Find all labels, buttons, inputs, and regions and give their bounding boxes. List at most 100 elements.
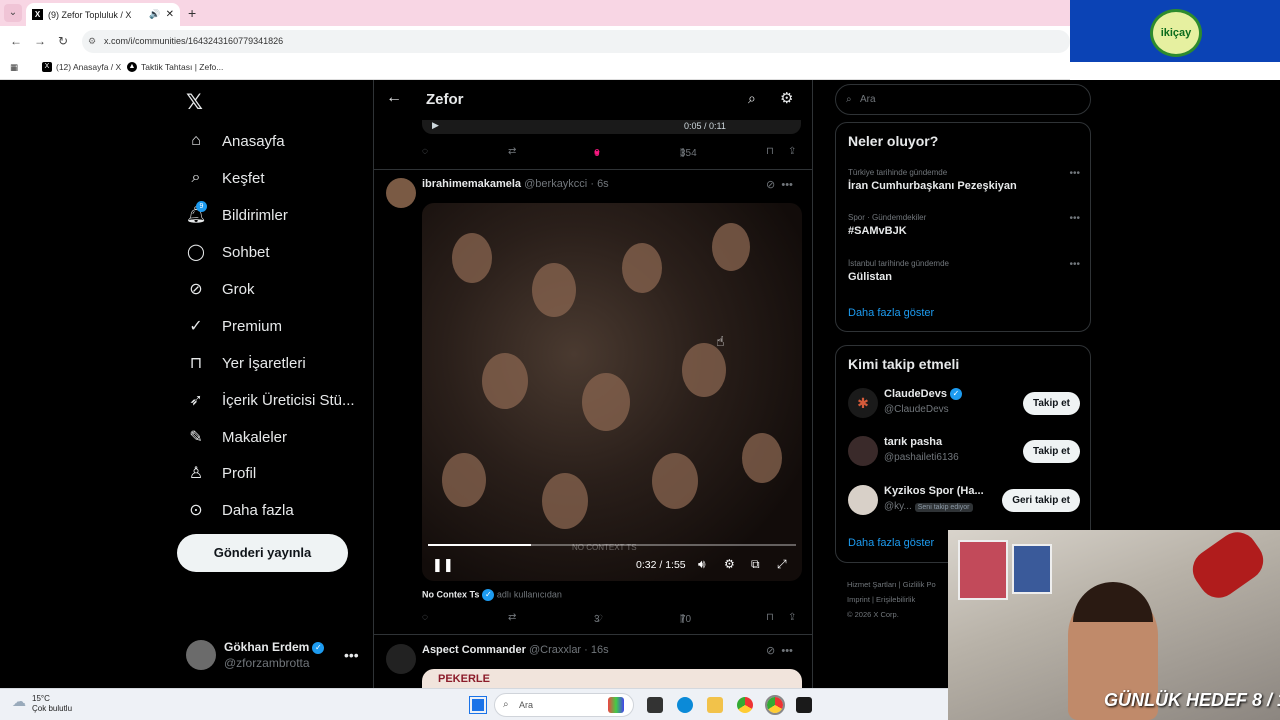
sidebar-item-chat[interactable]: ◯ Sohbet (186, 242, 270, 262)
grok-icon: ⊘ (189, 281, 203, 298)
fullscreen-icon[interactable]: ⤢ (777, 557, 787, 572)
account-switcher[interactable]: Gökhan Erdem ✓ @zforzambrotta ••• (186, 638, 366, 672)
trend-item[interactable]: Türkiye tarihinde gündemde İran Cumhurba… (848, 168, 1080, 192)
new-tab-button[interactable]: + (188, 5, 196, 21)
terminal-icon[interactable] (647, 697, 663, 713)
x-logo-icon[interactable]: 𝕏 (186, 90, 203, 115)
bookmark-icon[interactable]: ⊓ (766, 612, 774, 623)
sidebar-item-label: Yer İşaretleri (222, 354, 306, 372)
weather-text: Çok bulutlu (32, 704, 73, 713)
sidebar-item-notifications[interactable]: 🔔︎ 9 Bildirimler (186, 201, 288, 225)
follow-button[interactable]: Takip et (1022, 392, 1080, 415)
tweet-media[interactable]: PEKERLE (422, 669, 802, 688)
share-icon[interactable]: ⇪ (788, 612, 796, 623)
sidebar-item-home[interactable]: ⌂ Anasayfa (186, 131, 284, 151)
folder-icon[interactable] (707, 697, 723, 713)
tweet-time[interactable]: 16s (591, 644, 609, 656)
forward-icon[interactable]: → (34, 34, 46, 48)
author-handle[interactable]: @berkaykcci (524, 178, 587, 190)
sidebar-item-premium[interactable]: ✓ Premium (186, 316, 282, 336)
back-icon[interactable]: ← (10, 34, 22, 48)
browser-tab-active[interactable]: X (9) Zefor Topluluk / X 🔊 ✕ (26, 3, 180, 26)
more-dots-icon[interactable]: ••• (1069, 168, 1080, 179)
author-handle[interactable]: @Craxxlar (529, 644, 581, 656)
show-more-link[interactable]: Daha fazla göster (848, 537, 934, 549)
footer-link[interactable]: Imprint (847, 595, 870, 604)
trend-item[interactable]: İstanbul tarihinde gündemde Gülistan ••• (848, 259, 1080, 283)
author-name[interactable]: Aspect Commander (422, 644, 526, 656)
trend-item[interactable]: Spor · Gündemdekiler #SAMvBJK ••• (848, 213, 1080, 237)
url-field[interactable]: ⚙ x.com/i/communities/164324316077934182… (82, 30, 1070, 53)
speaker-icon[interactable]: 🔊 (149, 9, 160, 20)
video-player[interactable]: NO CONTEXT TS ❚❚ 0:32 / 1:55 🔊︎ ⚙ ⧉ ⤢ ☝ (422, 203, 802, 581)
footer-link[interactable]: Erişilebilirlik (876, 595, 915, 604)
gear-icon[interactable]: ⚙ (724, 557, 735, 571)
footer-link[interactable]: Gizlilik Po (903, 580, 936, 589)
suggestion-name: ClaudeDevs (884, 388, 947, 400)
apps-grid-icon[interactable]: ▦ (10, 62, 18, 73)
follow-back-button[interactable]: Geri takip et (1002, 489, 1080, 512)
tab-list-button[interactable]: ⌄ (4, 4, 22, 22)
sidebar-item-articles[interactable]: ✎ Makaleler (186, 427, 287, 447)
chrome-icon[interactable] (737, 697, 753, 713)
footer-link[interactable]: Hizmet Şartları (847, 580, 897, 589)
grok-icon[interactable]: ⊘ (766, 645, 775, 657)
reply-icon[interactable]: ◌ (422, 146, 428, 157)
windows-start-icon[interactable] (469, 696, 487, 714)
pause-icon[interactable]: ❚❚ (432, 557, 454, 573)
divider (374, 169, 812, 170)
edge-icon[interactable] (677, 697, 693, 713)
suggestion-name: Kyzikos Spor (Ha... (884, 485, 984, 497)
avatar[interactable] (386, 178, 416, 208)
reply-icon[interactable]: ◌ (422, 612, 428, 623)
search-icon: ⌕ (503, 699, 509, 710)
tweet-time[interactable]: 6s (597, 178, 609, 190)
avatar[interactable] (386, 644, 416, 674)
more-dots-icon[interactable]: ••• (1069, 213, 1080, 224)
video-progress-bar[interactable] (428, 544, 796, 546)
wall-frame (1012, 544, 1052, 594)
follow-suggestion[interactable]: tarık pasha @pashaileti6136 Takip et (848, 436, 1080, 468)
weather-widget[interactable]: ☁ 15°C Çok bulutlu (12, 694, 72, 714)
repost-icon[interactable]: ⇄ (508, 612, 516, 623)
share-icon[interactable]: ⇪ (788, 146, 796, 157)
grok-icon[interactable]: ⊘ (766, 179, 775, 191)
search-icon[interactable]: ⌕ (748, 90, 756, 107)
bookmark-item[interactable]: X (12) Anasayfa / X (42, 62, 121, 72)
sidebar-item-label: İçerik Üreticisi Stü... (222, 391, 355, 409)
pip-icon[interactable]: ⧉ (751, 557, 760, 572)
attribution-name[interactable]: No Contex Ts (422, 589, 479, 599)
search-input[interactable]: ⌕ Ara (835, 84, 1091, 115)
gear-icon[interactable]: ⚙ (780, 89, 793, 107)
more-dots-icon[interactable]: ••• (781, 179, 793, 191)
sidebar-item-creator-studio[interactable]: ➶ İçerik Üreticisi Stü... (186, 390, 355, 410)
bookmark-item[interactable]: ▲ Taktik Tahtası | Zefo... (127, 62, 223, 72)
tab-close-icon[interactable]: ✕ (166, 9, 174, 20)
more-dots-icon[interactable]: ••• (781, 645, 793, 657)
bookmark-icon[interactable]: ⊓ (766, 146, 774, 157)
sidebar-item-bookmarks[interactable]: ⊓ Yer İşaretleri (186, 353, 306, 373)
follow-button[interactable]: Takip et (1022, 440, 1080, 463)
reload-icon[interactable]: ↻ (58, 34, 68, 48)
play-icon[interactable]: ▶ (432, 120, 439, 131)
sidebar-item-profile[interactable]: ♙ Profil (186, 463, 256, 483)
more-dots-icon[interactable]: ••• (1069, 259, 1080, 270)
sidebar-item-explore[interactable]: ⌕ Keşfet (186, 168, 265, 188)
media-app-icon[interactable] (608, 697, 624, 713)
chrome-icon[interactable] (765, 695, 785, 715)
show-more-link[interactable]: Daha fazla göster (848, 307, 934, 319)
sidebar-item-more[interactable]: ⊙ Daha fazla (186, 500, 293, 520)
repost-icon[interactable]: ⇄ (508, 146, 516, 157)
app-icon[interactable] (796, 697, 812, 713)
volume-icon[interactable]: 🔊︎ (698, 557, 706, 572)
author-name[interactable]: ibrahimemakamela (422, 178, 521, 190)
follow-suggestion[interactable]: ✱ ClaudeDevs ✓ @ClaudeDevs Takip et (848, 388, 1080, 420)
cloud-icon: ☁ (12, 693, 26, 709)
site-info-icon[interactable]: ⚙ (88, 30, 96, 53)
sidebar-item-grok[interactable]: ⊘ Grok (186, 279, 254, 299)
post-button[interactable]: Gönderi yayınla (177, 534, 348, 572)
copyright: © 2026 X Corp. (847, 610, 899, 619)
more-dots-icon[interactable]: ••• (344, 647, 359, 663)
follow-suggestion[interactable]: Kyzikos Spor (Ha... @ky... Seni takip edi… (848, 485, 1080, 517)
back-arrow-icon[interactable]: ← (386, 89, 402, 107)
